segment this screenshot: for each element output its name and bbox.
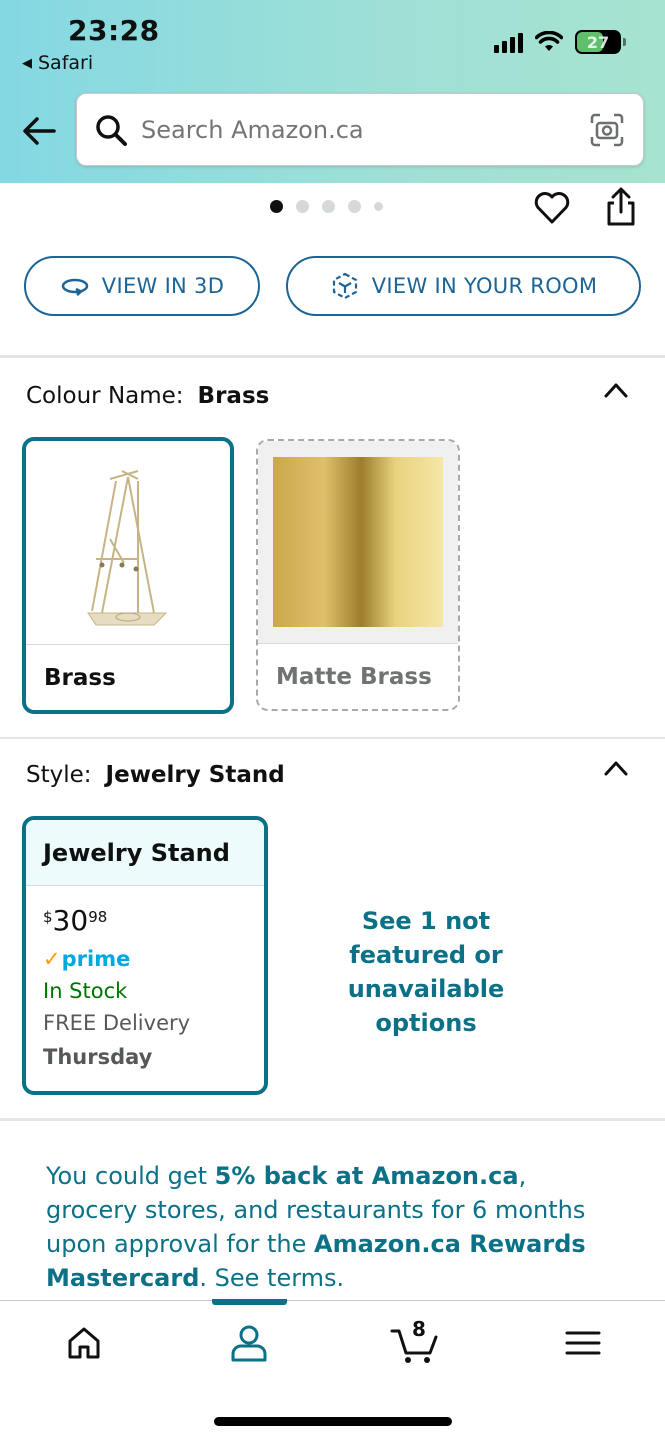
prime-check-icon: ✓: [43, 947, 61, 971]
availability-status: In Stock: [43, 979, 128, 1003]
jewelry-stand-product-image: [87, 470, 168, 626]
section-divider: [0, 1118, 665, 1121]
colour-label: Colour Name: Brass: [26, 383, 269, 409]
colour-option-label: Brass: [26, 644, 230, 710]
home-indicator[interactable]: [214, 1417, 452, 1426]
cellular-signal-icon: [494, 31, 523, 53]
colour-option-label: Matte Brass: [258, 643, 458, 709]
rotate-3d-icon: [61, 278, 89, 296]
header-bar: 23:28 ◀ Safari 27: [0, 0, 665, 183]
view-in-your-room-button[interactable]: VIEW IN YOUR ROOM: [286, 256, 641, 316]
prime-badge: ✓ prime: [43, 947, 247, 971]
share-icon[interactable]: [604, 187, 638, 227]
view-in-3d-button[interactable]: VIEW IN 3D: [24, 256, 260, 316]
style-card-title: Jewelry Stand: [26, 820, 264, 886]
rewards-card-promo[interactable]: You could get 5% back at Amazon.ca, groc…: [46, 1159, 606, 1295]
promo-text: You could get: [46, 1162, 215, 1190]
battery-icon: 27: [575, 30, 626, 54]
home-icon[interactable]: [62, 1321, 106, 1365]
colour-option-matte-brass[interactable]: Matte Brass: [256, 439, 460, 711]
image-carousel-dots[interactable]: [270, 200, 383, 213]
colour-option-brass[interactable]: Brass: [22, 437, 234, 714]
delivery-info: FREE Delivery: [43, 1011, 191, 1035]
see-terms-link[interactable]: . See terms.: [199, 1264, 344, 1292]
back-to-app-link[interactable]: ◀ Safari: [22, 52, 93, 74]
colour-selected-value: Brass: [197, 383, 270, 409]
price-symbol: $: [43, 908, 53, 926]
battery-level: 27: [586, 32, 610, 52]
search-input[interactable]: [141, 115, 561, 144]
price-whole: 30: [52, 904, 89, 937]
price: $ 30 98: [43, 904, 247, 937]
view-in-3d-label: VIEW IN 3D: [101, 274, 225, 298]
status-time: 23:28: [68, 14, 160, 47]
wishlist-heart-icon[interactable]: [533, 188, 571, 226]
section-divider: [0, 355, 665, 358]
carousel-dot[interactable]: [296, 200, 309, 213]
camera-search-icon[interactable]: [589, 112, 625, 148]
cart-count-badge: 8: [412, 1317, 426, 1341]
prime-label: prime: [61, 947, 131, 971]
delivery-day: Thursday: [43, 1045, 153, 1069]
account-icon[interactable]: [227, 1321, 271, 1365]
style-option-jewelry-stand[interactable]: Jewelry Stand $ 30 98 ✓ prime In Stock F…: [22, 816, 268, 1095]
active-tab-indicator: [212, 1299, 287, 1305]
carousel-dot[interactable]: [322, 200, 335, 213]
price-cents: 98: [88, 908, 108, 926]
matte-brass-swatch-image: [258, 441, 458, 643]
style-selected-value: Jewelry Stand: [105, 762, 285, 788]
ar-cube-icon: [332, 272, 357, 300]
carousel-dot[interactable]: [374, 202, 383, 211]
section-divider: [0, 737, 665, 739]
menu-hamburger-icon[interactable]: [561, 1321, 605, 1365]
status-icons: 27: [494, 30, 626, 54]
wifi-icon: [535, 31, 563, 51]
back-triangle-icon: ◀: [22, 55, 32, 71]
collapse-chevron-up-icon[interactable]: [603, 381, 629, 399]
carousel-dot-active[interactable]: [270, 200, 283, 213]
view-in-your-room-label: VIEW IN YOUR ROOM: [371, 274, 598, 298]
back-app-label: Safari: [38, 52, 94, 74]
promo-highlight: 5% back at Amazon.ca: [214, 1162, 519, 1190]
see-unavailable-options-link[interactable]: See 1 not featured or unavailable option…: [300, 904, 552, 1040]
back-arrow-icon[interactable]: [20, 112, 58, 150]
collapse-chevron-up-icon[interactable]: [603, 759, 629, 777]
style-label: Style: Jewelry Stand: [26, 762, 285, 788]
style-label-text: Style:: [26, 762, 92, 788]
carousel-dot[interactable]: [348, 200, 361, 213]
search-icon: [96, 114, 127, 146]
colour-label-text: Colour Name:: [26, 383, 184, 409]
search-bar[interactable]: [76, 93, 644, 166]
